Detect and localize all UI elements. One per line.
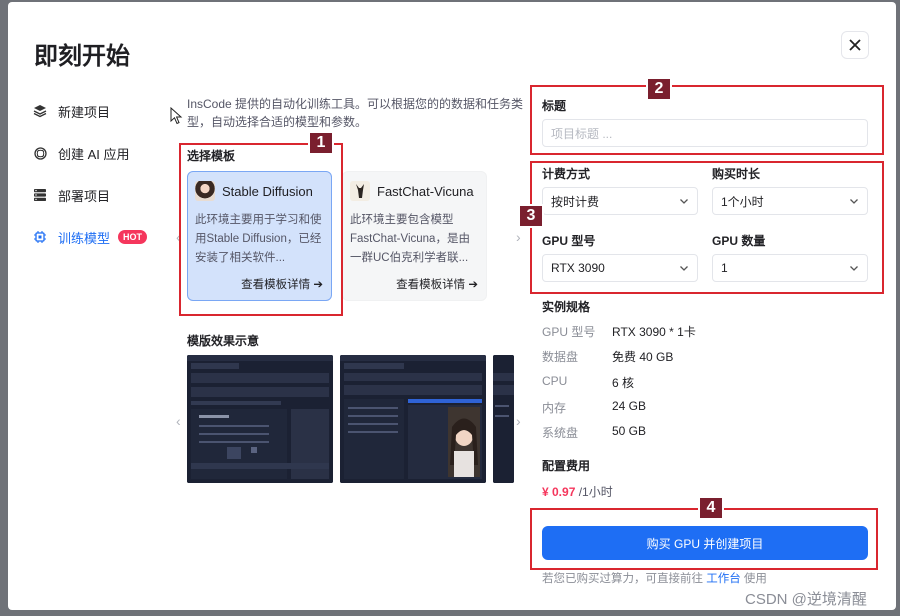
- annotation-box-2: [530, 85, 884, 155]
- template-details-link[interactable]: 查看模板详情 ➔: [396, 276, 478, 292]
- annotation-badge-3: 3: [518, 204, 544, 228]
- close-button[interactable]: [841, 31, 869, 59]
- template-desc: 此环境主要包含模型FastChat-Vicuna，是由一群UC伯克利学者联...: [350, 214, 470, 264]
- nav-label: 创建 AI 应用: [58, 146, 130, 162]
- preview-image-2: [340, 355, 486, 483]
- preview-section-label: 模版效果示意: [187, 334, 260, 348]
- annotation-badge-2: 2: [646, 77, 672, 101]
- sidebar-nav: 新建项目 创建 AI 应用 部署项目 训练模型 HOT: [32, 90, 172, 258]
- nav-label: 新建项目: [58, 104, 111, 120]
- template-next-icon[interactable]: ›: [516, 229, 521, 245]
- server-icon: [32, 187, 48, 203]
- cost-label: 配置费用: [542, 459, 591, 473]
- spec-row: GPU 型号 RTX 3090 * 1卡: [542, 325, 696, 339]
- cost-value: ¥ 0.97 /1小时: [542, 485, 613, 499]
- template-card-fastchat-vicuna[interactable]: FastChat-Vicuna 此环境主要包含模型FastChat-Vicuna…: [342, 171, 487, 301]
- spec-row: 内存 24 GB: [542, 399, 647, 415]
- preview-prev-icon[interactable]: ‹: [176, 413, 181, 429]
- preview-next-icon[interactable]: ›: [516, 413, 521, 429]
- nav-item-deploy-project[interactable]: 部署项目: [32, 174, 172, 216]
- annotation-badge-4: 4: [698, 496, 724, 520]
- layers-icon: [32, 103, 48, 119]
- preview-image-3: [493, 355, 514, 483]
- vicuna-avatar: [350, 181, 370, 201]
- spec-row: 系统盘 50 GB: [542, 424, 647, 440]
- nav-item-new-project[interactable]: 新建项目: [32, 90, 172, 132]
- preview-image-1: [187, 355, 333, 483]
- mouse-cursor-icon: [170, 107, 183, 125]
- workbench-link[interactable]: 工作台: [706, 573, 741, 585]
- annotation-badge-1: 1: [308, 131, 334, 155]
- nav-label: 部署项目: [58, 188, 111, 204]
- nav-item-create-ai-app[interactable]: 创建 AI 应用: [32, 132, 172, 174]
- start-modal: 即刻开始 新建项目 创建 AI 应用 部署项目 训练模型 HOT InsCode…: [8, 2, 896, 610]
- close-icon: [849, 39, 861, 51]
- spec-row: 数据盘 免费 40 GB: [542, 350, 674, 364]
- ai-knot-icon: [32, 145, 48, 161]
- hot-badge: HOT: [118, 230, 148, 244]
- annotation-box-3: [530, 161, 884, 294]
- annotation-box-1: [179, 143, 343, 316]
- watermark: CSDN @逆境清醒: [745, 591, 867, 608]
- spec-label: 实例规格: [542, 300, 591, 314]
- template-name: FastChat-Vicuna: [377, 183, 474, 199]
- modal-title: 即刻开始: [34, 43, 130, 70]
- intro-text: InsCode 提供的自动化训练工具。可以根据您的的数据和任务类型，自动选择合适…: [187, 97, 524, 129]
- nav-label: 训练模型: [58, 230, 111, 246]
- chip-icon: [32, 229, 48, 245]
- spec-row: CPU 6 核: [542, 374, 635, 390]
- nav-item-train-model[interactable]: 训练模型 HOT: [32, 216, 172, 258]
- workbench-footnote: 若您已购买过算力，可直接前往 工作台 使用: [542, 573, 767, 585]
